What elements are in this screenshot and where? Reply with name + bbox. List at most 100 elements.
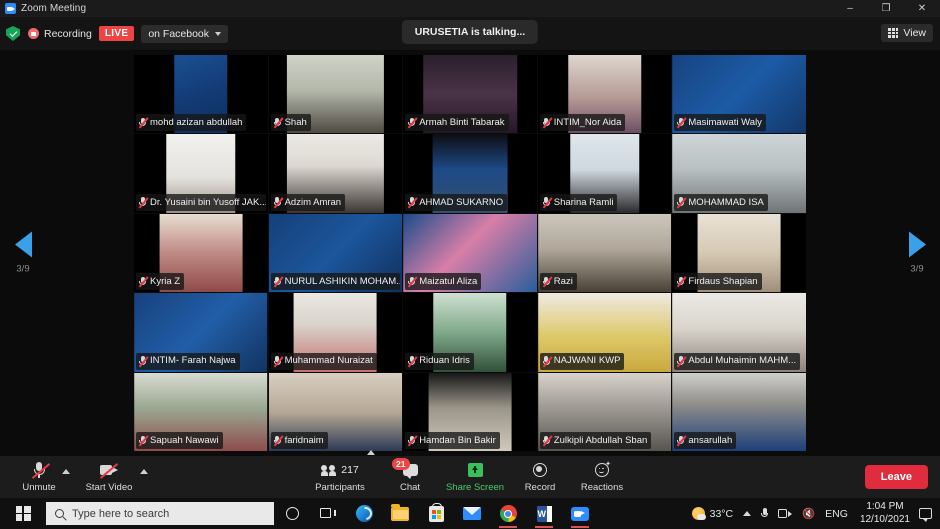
- word-icon[interactable]: W: [526, 498, 562, 529]
- participant-tile[interactable]: Zulkipli Abdullah Sban: [537, 372, 672, 451]
- participant-name-badge: mohd azizan abdullah: [136, 114, 247, 132]
- notification-center-icon[interactable]: [919, 508, 932, 522]
- chat-unread-badge: 21: [392, 457, 410, 470]
- edge-icon[interactable]: [346, 498, 382, 529]
- chrome-icon[interactable]: [490, 498, 526, 529]
- participant-name: INTIM- Farah Najwa: [150, 355, 236, 367]
- participant-tile[interactable]: Maizatul Aliza: [403, 213, 537, 293]
- participant-name-badge: MOHAMMAD ISA: [674, 193, 768, 211]
- meeting-top-bar: Recording LIVE on Facebook URUSETIA is t…: [0, 17, 940, 50]
- file-explorer-icon[interactable]: [382, 498, 418, 529]
- participant-name: Adzim Amran: [284, 196, 342, 208]
- participant-tile[interactable]: ansarullah: [672, 372, 806, 451]
- chat-button[interactable]: 21 Chat: [381, 457, 439, 493]
- recording-icon[interactable]: [28, 28, 39, 39]
- encryption-shield-icon[interactable]: [6, 26, 20, 41]
- microphone-icon[interactable]: [756, 507, 773, 520]
- window-controls: – ❐ ✕: [832, 0, 940, 17]
- microphone-muted-icon: [407, 117, 418, 129]
- language-indicator[interactable]: ENG: [820, 508, 853, 520]
- participant-tile[interactable]: faridnaim: [268, 372, 403, 451]
- tray-expand-button[interactable]: [738, 511, 756, 516]
- center-controls: 217 Participants 21 Chat Share Screen Re…: [305, 449, 635, 493]
- chevron-left-icon: [14, 231, 32, 258]
- reactions-icon: ✦: [595, 461, 611, 477]
- participant-tile[interactable]: Sapuah Nawawi: [134, 372, 268, 451]
- record-button[interactable]: Record: [511, 462, 569, 493]
- participants-button[interactable]: 217 Participants: [305, 462, 375, 493]
- participant-tile[interactable]: Sharina Ramli: [537, 134, 672, 213]
- system-tray: 33°C 🔇 ENG 1:04 PM 12/10/2021: [687, 498, 940, 529]
- microphone-muted-icon: [138, 117, 149, 129]
- participant-tile[interactable]: Kyria Z: [134, 213, 268, 293]
- weather-widget[interactable]: 33°C: [687, 507, 738, 520]
- participant-name-badge: Riduan Idris: [405, 352, 474, 370]
- participant-name: mohd azizan abdullah: [150, 117, 243, 129]
- participant-tile[interactable]: Razi: [537, 213, 672, 293]
- maximize-button[interactable]: ❐: [868, 0, 904, 17]
- leave-button[interactable]: Leave: [864, 465, 928, 489]
- participant-tile[interactable]: Muhammad Nuraizat: [268, 293, 403, 372]
- video-options-chevron-icon[interactable]: [140, 468, 148, 474]
- minimize-button[interactable]: –: [832, 0, 868, 17]
- participant-tile[interactable]: Dr. Yusaini bin Yusoff JAK...: [134, 134, 268, 213]
- participant-name: INTIM_Nor Aida: [553, 117, 622, 129]
- word-letter: W: [536, 505, 552, 522]
- participant-name-badge: Abdul Muhaimin MAHM...: [674, 352, 801, 370]
- mute-button[interactable]: Unmute: [10, 462, 68, 493]
- recording-label: Recording: [44, 27, 92, 40]
- participant-tile[interactable]: mohd azizan abdullah: [134, 55, 268, 134]
- participant-tile[interactable]: Masimawati Waly: [672, 55, 806, 134]
- participant-tile[interactable]: Hamdan Bin Bakir: [403, 372, 537, 451]
- close-button[interactable]: ✕: [904, 0, 940, 17]
- stream-target-dropdown[interactable]: on Facebook: [141, 24, 229, 43]
- record-icon: [533, 463, 547, 477]
- microphone-muted-icon: [676, 197, 687, 209]
- window-title: Zoom Meeting: [21, 3, 87, 14]
- participant-name: Kyria Z: [150, 275, 181, 287]
- mail-icon[interactable]: [454, 498, 490, 529]
- participant-tile[interactable]: NURUL ASHIKIN MOHAM...: [268, 213, 403, 293]
- next-page-button[interactable]: 3/9: [894, 231, 940, 275]
- cortana-icon[interactable]: [274, 498, 310, 529]
- share-screen-button[interactable]: Share Screen: [439, 462, 511, 493]
- search-input[interactable]: Type here to search: [46, 502, 274, 525]
- participant-tile[interactable]: Firdaus Shapian: [672, 213, 806, 293]
- participant-name-badge: Razi: [539, 273, 577, 291]
- participant-tile[interactable]: AHMAD SUKARNO: [403, 134, 537, 213]
- participant-tile[interactable]: MOHAMMAD ISA: [672, 134, 806, 213]
- chevron-down-icon: [215, 31, 222, 36]
- previous-page-button[interactable]: 3/9: [0, 231, 46, 275]
- participant-tile[interactable]: INTIM_Nor Aida: [537, 55, 672, 134]
- task-view-icon[interactable]: [310, 498, 346, 529]
- reactions-button[interactable]: ✦ Reactions: [569, 461, 635, 493]
- weather-temperature: 33°C: [709, 507, 734, 520]
- start-video-button[interactable]: Start Video: [80, 462, 138, 493]
- microphone-muted-icon: [407, 276, 418, 288]
- camera-icon[interactable]: [773, 509, 797, 518]
- participant-tile[interactable]: Shah: [268, 55, 403, 134]
- view-button[interactable]: View: [881, 24, 933, 42]
- microsoft-store-icon[interactable]: [418, 498, 454, 529]
- participant-name: Hamdan Bin Bakir: [419, 434, 496, 446]
- page-indicator-left: 3/9: [16, 263, 30, 275]
- participant-name-badge: Kyria Z: [136, 273, 185, 291]
- clock[interactable]: 1:04 PM 12/10/2021: [853, 501, 917, 526]
- participant-tile[interactable]: Abdul Muhaimin MAHM...: [672, 293, 806, 372]
- volume-muted-icon[interactable]: 🔇: [797, 507, 820, 520]
- zoom-icon: [5, 3, 16, 14]
- participant-name-badge: Sapuah Nawawi: [136, 432, 223, 449]
- participants-chevron-icon[interactable]: [367, 449, 375, 455]
- microphone-muted-icon: [542, 276, 553, 288]
- microphone-muted-icon: [676, 276, 687, 288]
- participant-name-badge: Adzim Amran: [270, 193, 346, 211]
- participant-tile[interactable]: Riduan Idris: [403, 293, 537, 372]
- participant-tile[interactable]: NAJWANI KWP: [537, 293, 672, 372]
- participant-tile[interactable]: INTIM- Farah Najwa: [134, 293, 268, 372]
- participant-tile[interactable]: Armah Binti Tabarak: [403, 55, 537, 134]
- participant-name: MOHAMMAD ISA: [688, 196, 764, 208]
- right-controls: Leave: [864, 465, 940, 489]
- participant-tile[interactable]: Adzim Amran: [268, 134, 403, 213]
- zoom-taskbar-icon[interactable]: [562, 498, 598, 529]
- windows-start-icon[interactable]: [0, 498, 46, 529]
